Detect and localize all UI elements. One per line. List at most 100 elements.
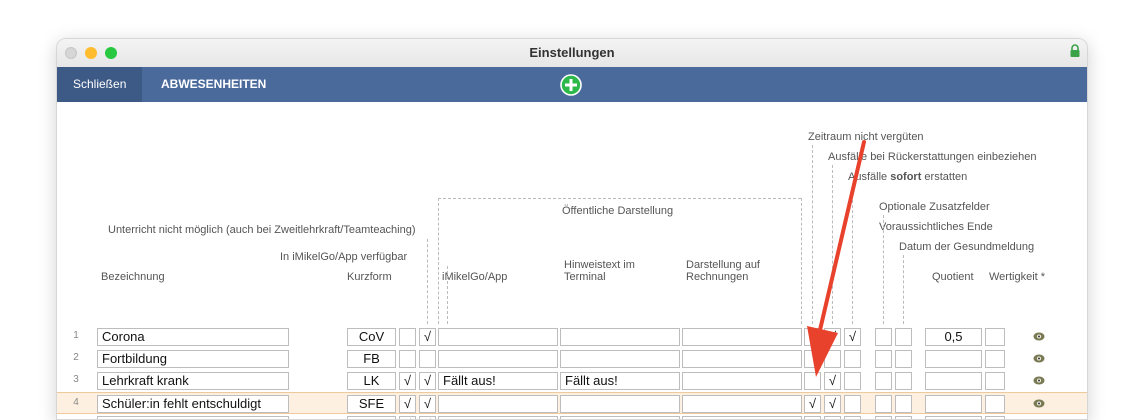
invoice-text-field[interactable]	[682, 416, 802, 419]
unterricht-checkbox[interactable]: √	[399, 395, 416, 413]
recovery-date-checkbox[interactable]	[895, 350, 912, 368]
recovery-date-checkbox[interactable]	[895, 395, 912, 413]
no-pay-checkbox[interactable]: √	[804, 395, 821, 413]
quotient-field[interactable]: 0,5	[925, 328, 982, 346]
refund-checkbox[interactable]: √	[824, 372, 841, 390]
wertigkeit-field[interactable]	[985, 328, 1005, 346]
invoice-text-field[interactable]	[682, 350, 802, 368]
terminal-text-field[interactable]	[560, 416, 680, 419]
table-row[interactable]: 1 Corona CoV √ √ √ 0,5	[57, 326, 1087, 348]
eye-icon[interactable]	[1033, 332, 1045, 341]
unterricht-checkbox[interactable]	[399, 328, 416, 346]
absences-button[interactable]: ABWESENHEITEN	[145, 67, 282, 102]
app-available-checkbox[interactable]	[419, 350, 436, 368]
header-darstellung-rechnungen: Darstellung auf Rechnungen	[686, 259, 760, 283]
terminal-text-field[interactable]: Fällt aus!	[560, 372, 680, 390]
short-field[interactable]: LK	[347, 372, 396, 390]
end-date-checkbox[interactable]	[875, 328, 892, 346]
app-text-field[interactable]: Nicht erschienen!	[438, 416, 558, 419]
unterricht-checkbox[interactable]: √	[399, 372, 416, 390]
header-hinweistext-terminal: Hinweistext im Terminal	[564, 259, 635, 283]
guide-line	[447, 266, 448, 324]
invoice-text-field[interactable]	[682, 395, 802, 413]
header-voraussichtliches-ende: Voraussichtliches Ende	[879, 221, 993, 233]
wertigkeit-field[interactable]	[985, 372, 1005, 390]
table-row[interactable]: 5Schüler:in fehlt unentschuldigtSFU√√Nic…	[57, 414, 1087, 419]
invoice-text-field[interactable]	[682, 328, 802, 346]
end-date-checkbox[interactable]	[875, 395, 892, 413]
recovery-date-checkbox[interactable]	[895, 372, 912, 390]
name-field[interactable]: Corona	[97, 328, 289, 346]
table-row[interactable]: 2 Fortbildung FB	[57, 348, 1087, 370]
no-pay-checkbox[interactable]	[804, 328, 821, 346]
refund-checkbox[interactable]	[824, 416, 841, 419]
terminal-text-field[interactable]	[560, 328, 680, 346]
name-field[interactable]: Lehrkraft krank	[97, 372, 289, 390]
refund-now-checkbox[interactable]: √	[844, 328, 861, 346]
quotient-field[interactable]	[925, 416, 982, 419]
eye-icon[interactable]	[1033, 376, 1045, 385]
short-field[interactable]: CoV	[347, 328, 396, 346]
short-field[interactable]: SFE	[347, 395, 396, 413]
header-zeitraum-nicht-verguten: Zeitraum nicht vergüten	[808, 131, 924, 143]
header-datum-gesundmeldung: Datum der Gesundmeldung	[899, 241, 1035, 253]
end-date-checkbox[interactable]	[875, 350, 892, 368]
name-field[interactable]: Schüler:in fehlt entschuldigt	[97, 395, 289, 413]
app-text-field[interactable]	[438, 395, 558, 413]
guide-line	[438, 198, 439, 324]
refund-now-checkbox[interactable]	[844, 372, 861, 390]
recovery-date-checkbox[interactable]	[895, 416, 912, 419]
header-unterricht-nicht-moeglich: Unterricht nicht möglich (auch bei Zweit…	[108, 224, 416, 236]
app-available-checkbox[interactable]: √	[419, 395, 436, 413]
header-ausfaelle-rueckerstattungen: Ausfälle bei Rückerstattungen einbeziehe…	[828, 151, 1037, 163]
refund-now-checkbox[interactable]	[844, 416, 861, 419]
guide-line	[832, 165, 833, 324]
wertigkeit-field[interactable]	[985, 416, 1005, 419]
unterricht-checkbox[interactable]	[399, 350, 416, 368]
guide-line	[903, 255, 904, 324]
name-field[interactable]: Fortbildung	[97, 350, 289, 368]
refund-checkbox[interactable]: √	[824, 395, 841, 413]
no-pay-checkbox[interactable]	[804, 372, 821, 390]
app-available-checkbox[interactable]: √	[419, 416, 436, 419]
eye-icon[interactable]	[1033, 354, 1045, 363]
row-number: 1	[73, 330, 79, 341]
row-number: 2	[73, 352, 79, 363]
terminal-text-field[interactable]	[560, 395, 680, 413]
guide-line	[438, 198, 801, 199]
refund-now-checkbox[interactable]	[844, 395, 861, 413]
short-field[interactable]: SFU	[347, 416, 396, 419]
title-bar: Einstellungen	[57, 39, 1087, 68]
no-pay-checkbox[interactable]	[804, 416, 821, 419]
close-button[interactable]: Schließen	[57, 67, 143, 102]
recovery-date-checkbox[interactable]	[895, 328, 912, 346]
quotient-field[interactable]	[925, 395, 982, 413]
eye-icon[interactable]	[1033, 399, 1045, 408]
app-text-field[interactable]	[438, 328, 558, 346]
app-available-checkbox[interactable]: √	[419, 372, 436, 390]
invoice-text-field[interactable]	[682, 372, 802, 390]
wertigkeit-field[interactable]	[985, 395, 1005, 413]
table-row[interactable]: 3 Lehrkraft krank LK √ √ Fällt aus! Fällt aus!…	[57, 370, 1087, 392]
terminal-text-field[interactable]	[560, 350, 680, 368]
quotient-field[interactable]	[925, 372, 982, 390]
end-date-checkbox[interactable]	[875, 372, 892, 390]
table-row[interactable]: 4 Schüler:in fehlt entschuldigt SFE √ √ √ √	[57, 392, 1087, 414]
end-date-checkbox[interactable]	[875, 416, 892, 419]
short-field[interactable]: FB	[347, 350, 396, 368]
wertigkeit-field[interactable]	[985, 350, 1005, 368]
refund-checkbox[interactable]	[824, 350, 841, 368]
lock-icon	[1070, 44, 1080, 57]
refund-checkbox[interactable]: √	[824, 328, 841, 346]
no-pay-checkbox[interactable]	[804, 350, 821, 368]
header-imikelgo-app: iMikelGo/App	[442, 271, 508, 283]
add-icon[interactable]	[560, 74, 582, 96]
name-field[interactable]: Schüler:in fehlt unentschuldigt	[97, 416, 289, 419]
unterricht-checkbox[interactable]: √	[399, 416, 416, 419]
quotient-field[interactable]	[925, 350, 982, 368]
settings-table: Zeitraum nicht vergüten Ausfälle bei Rüc…	[57, 102, 1087, 419]
app-text-field[interactable]: Fällt aus!	[438, 372, 558, 390]
refund-now-checkbox[interactable]	[844, 350, 861, 368]
app-text-field[interactable]	[438, 350, 558, 368]
app-available-checkbox[interactable]: √	[419, 328, 436, 346]
